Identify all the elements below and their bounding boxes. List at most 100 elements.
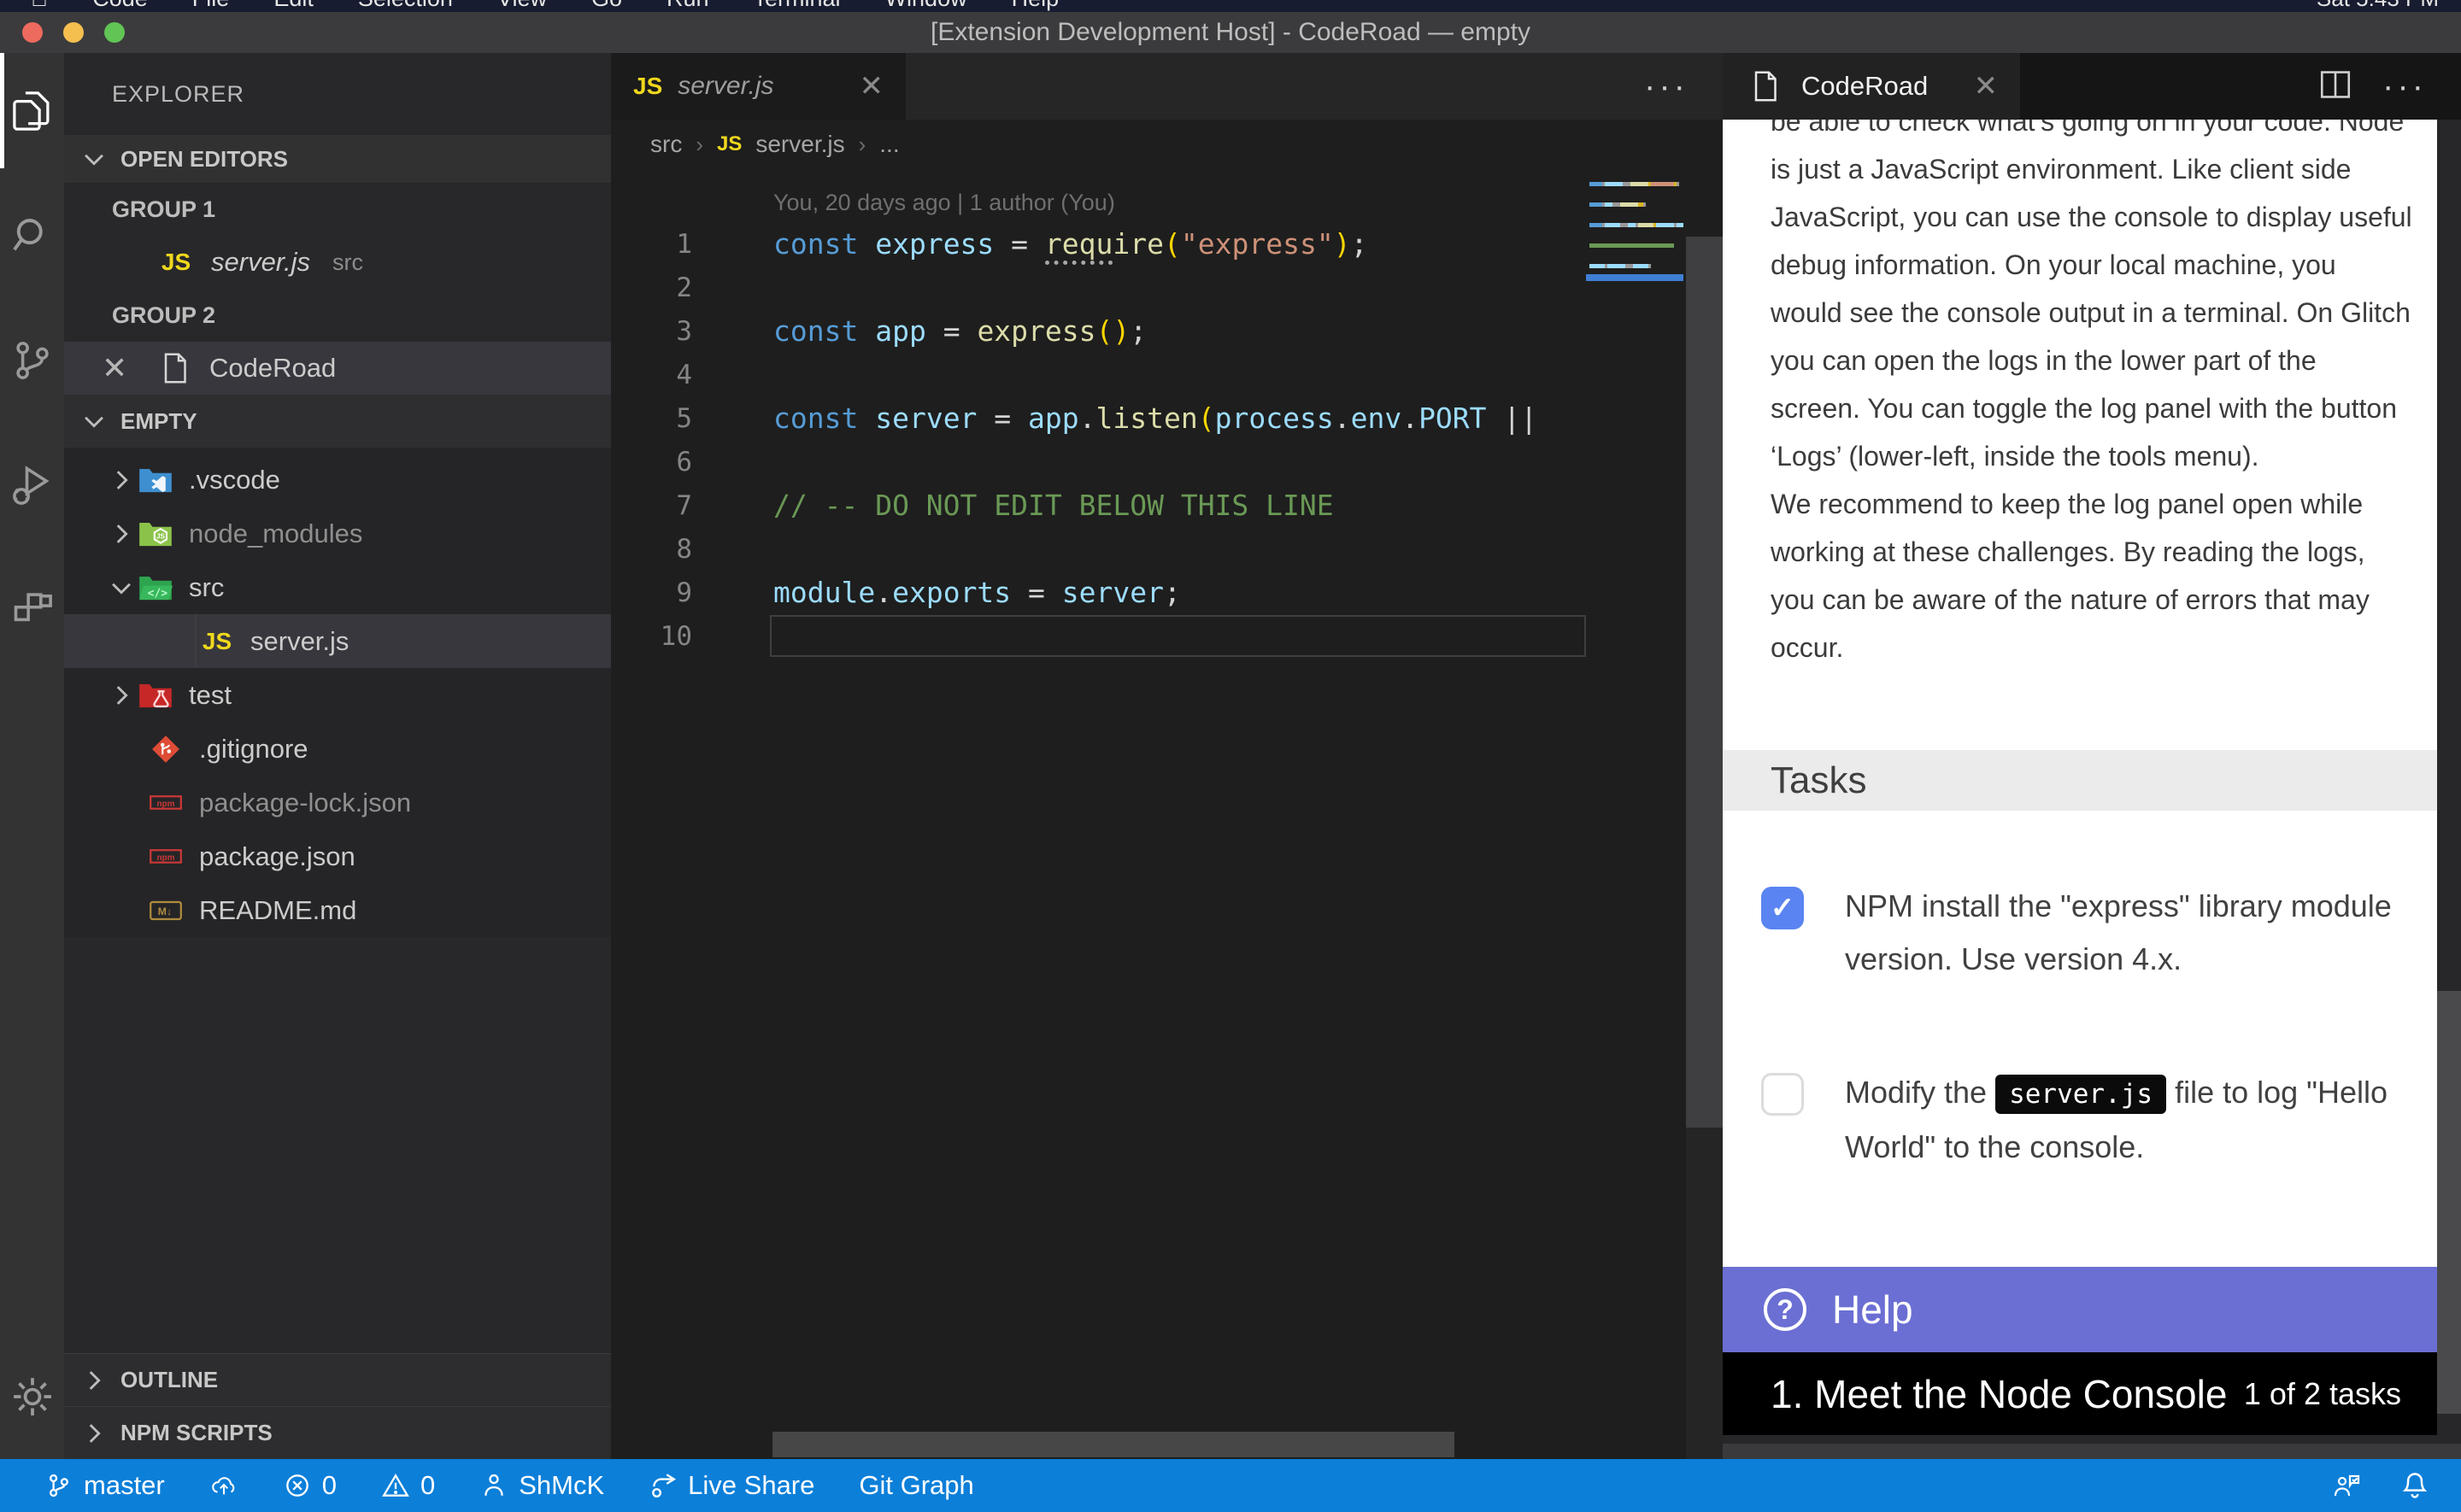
file-name: .gitignore <box>199 734 308 765</box>
line-number[interactable]: 3 <box>611 316 739 347</box>
tree-item-src[interactable]: </>src <box>64 560 611 614</box>
code-line-10[interactable]: 10 <box>611 614 1723 658</box>
tree-item-readme-md[interactable]: M↓README.md <box>64 883 611 937</box>
menu-item-help[interactable]: Help <box>1012 0 1060 12</box>
minimap-line <box>1589 243 1674 248</box>
tree-item-node-modules[interactable]: JSnode_modules <box>64 507 611 560</box>
folder-src-icon: </> <box>136 568 175 607</box>
tree-item--vscode[interactable]: .vscode <box>64 453 611 507</box>
minimap[interactable] <box>1586 182 1683 310</box>
open-editor-item-coderoad[interactable]: ✕CodeRoad <box>64 342 611 395</box>
close-window-button[interactable] <box>22 22 43 43</box>
close-tab-icon[interactable]: ✕ <box>860 69 884 103</box>
status-item-master[interactable]: master <box>44 1470 165 1501</box>
task-text: NPM install the "express" library module… <box>1845 880 2392 986</box>
menu-item-file[interactable]: File <box>192 0 230 12</box>
outline-section[interactable]: OUTLINE <box>64 1353 611 1406</box>
code-line-8[interactable]: 8 <box>611 527 1723 571</box>
code-line-3[interactable]: 3const app = express(); <box>611 309 1723 353</box>
breadcrumb-symbol[interactable]: ... <box>879 131 899 158</box>
line-number[interactable]: 4 <box>611 360 739 390</box>
line-number[interactable]: 5 <box>611 403 739 434</box>
status-item-shmck[interactable]: ShMcK <box>479 1470 604 1501</box>
status-item-live-share[interactable]: Live Share <box>649 1470 814 1501</box>
outline-label: OUTLINE <box>120 1367 218 1393</box>
tree-item-test[interactable]: test <box>64 668 611 722</box>
task-checkbox-unchecked[interactable] <box>1761 1073 1804 1116</box>
bell-icon[interactable] <box>2399 1470 2430 1501</box>
status-item-0[interactable]: 0 <box>381 1470 435 1501</box>
level-title: 1. Meet the Node Console <box>1771 1371 2227 1417</box>
close-tab-icon[interactable]: ✕ <box>1974 69 1999 103</box>
horizontal-scrollbar[interactable] <box>772 1432 1454 1457</box>
tree-item-package-lock-json[interactable]: npmpackage-lock.json <box>64 776 611 829</box>
code-line-9[interactable]: 9module.exports = server; <box>611 571 1723 614</box>
explorer-icon[interactable] <box>10 89 55 133</box>
close-editor-icon[interactable]: ✕ <box>102 350 139 386</box>
codelens-blame[interactable]: You, 20 days ago | 1 author (You) <box>611 183 1723 222</box>
more-actions-icon[interactable]: ··· <box>1644 53 1689 120</box>
menu-item-window[interactable]: Window <box>885 0 967 12</box>
extensions-icon[interactable] <box>10 588 55 632</box>
panel-scrollbar-track[interactable] <box>1686 237 1723 1128</box>
tab-coderoad[interactable]: CodeRoad ✕ <box>1723 53 2020 120</box>
code-editor[interactable]: 1const express = require("express");23co… <box>611 222 1723 658</box>
status-item-git-graph[interactable]: Git Graph <box>859 1470 973 1501</box>
breadcrumb[interactable]: src › JS server.js › ... <box>611 120 1723 169</box>
feedback-icon[interactable] <box>2331 1470 2362 1501</box>
menu-item-go[interactable]: Go <box>591 0 622 12</box>
error-icon <box>283 1471 312 1500</box>
code-text: const express = require("express"); <box>739 227 1367 261</box>
line-number[interactable]: 6 <box>611 447 739 478</box>
menu-item-code[interactable]: Code <box>92 0 148 12</box>
tab-server-js[interactable]: JS server.js ✕ <box>611 53 906 120</box>
npm-icon: npm <box>146 837 185 876</box>
panel-scrollbar-track-lower[interactable] <box>1686 1128 1723 1459</box>
webview-scrollbar-thumb[interactable] <box>2437 991 2461 1414</box>
maximize-window-button[interactable] <box>104 22 125 43</box>
open-editor-item-server.js[interactable]: JSserver.jssrc <box>64 236 611 289</box>
line-number[interactable]: 9 <box>611 577 739 608</box>
split-editor-icon[interactable] <box>2317 67 2353 107</box>
git-icon <box>146 730 185 769</box>
line-number[interactable]: 2 <box>611 273 739 303</box>
tree-item-package-json[interactable]: npmpackage.json <box>64 829 611 883</box>
open-editors-section[interactable]: OPEN EDITORS <box>64 135 611 183</box>
line-number[interactable]: 10 <box>611 621 739 652</box>
macos-menu-bar[interactable]: CodeFileEditSelectionViewGoRunTerminalW… <box>0 0 2461 12</box>
npm-scripts-section[interactable]: NPM SCRIPTS <box>64 1406 611 1459</box>
tree-item--gitignore[interactable]: .gitignore <box>64 722 611 776</box>
code-line-7[interactable]: 7// -- DO NOT EDIT BELOW THIS LINE <box>611 483 1723 527</box>
help-accordion[interactable]: ? Help <box>1723 1267 2437 1352</box>
line-number[interactable]: 1 <box>611 229 739 260</box>
minimize-window-button[interactable] <box>63 22 84 43</box>
line-number[interactable]: 8 <box>611 534 739 565</box>
status-item-cloud-upload[interactable] <box>209 1471 238 1500</box>
code-line-4[interactable]: 4 <box>611 353 1723 396</box>
menu-item-view[interactable]: View <box>497 0 547 12</box>
breadcrumb-file[interactable]: server.js <box>755 131 844 158</box>
file-icon <box>155 349 194 388</box>
tree-item-server-js[interactable]: JSserver.js <box>64 614 611 668</box>
menu-item-selection[interactable]: Selection <box>358 0 453 12</box>
breadcrumb-src[interactable]: src <box>650 131 682 158</box>
tasks-header: Tasks <box>1723 750 2437 811</box>
code-line-5[interactable]: 5const server = app.listen(process.env.P… <box>611 396 1723 440</box>
search-icon[interactable] <box>10 214 55 258</box>
task-checkbox-checked[interactable]: ✓ <box>1761 887 1804 929</box>
status-label: 0 <box>322 1470 337 1501</box>
workspace-section[interactable]: EMPTY <box>64 395 611 448</box>
more-actions-icon[interactable]: ··· <box>2382 53 2427 120</box>
menu-item-terminal[interactable]: Terminal <box>754 0 841 12</box>
code-line-1[interactable]: 1const express = require("express"); <box>611 222 1723 266</box>
code-line-2[interactable]: 2 <box>611 266 1723 309</box>
code-line-6[interactable]: 6 <box>611 440 1723 483</box>
line-number[interactable]: 7 <box>611 490 739 521</box>
settings-gear-icon[interactable] <box>9 1374 56 1420</box>
webview-scrollbar[interactable] <box>2437 120 2461 1444</box>
run-debug-icon[interactable] <box>10 463 55 507</box>
menu-item-run[interactable]: Run <box>667 0 709 12</box>
status-item-0[interactable]: 0 <box>283 1470 337 1501</box>
source-control-icon[interactable] <box>10 338 55 383</box>
menu-item-edit[interactable]: Edit <box>273 0 314 12</box>
